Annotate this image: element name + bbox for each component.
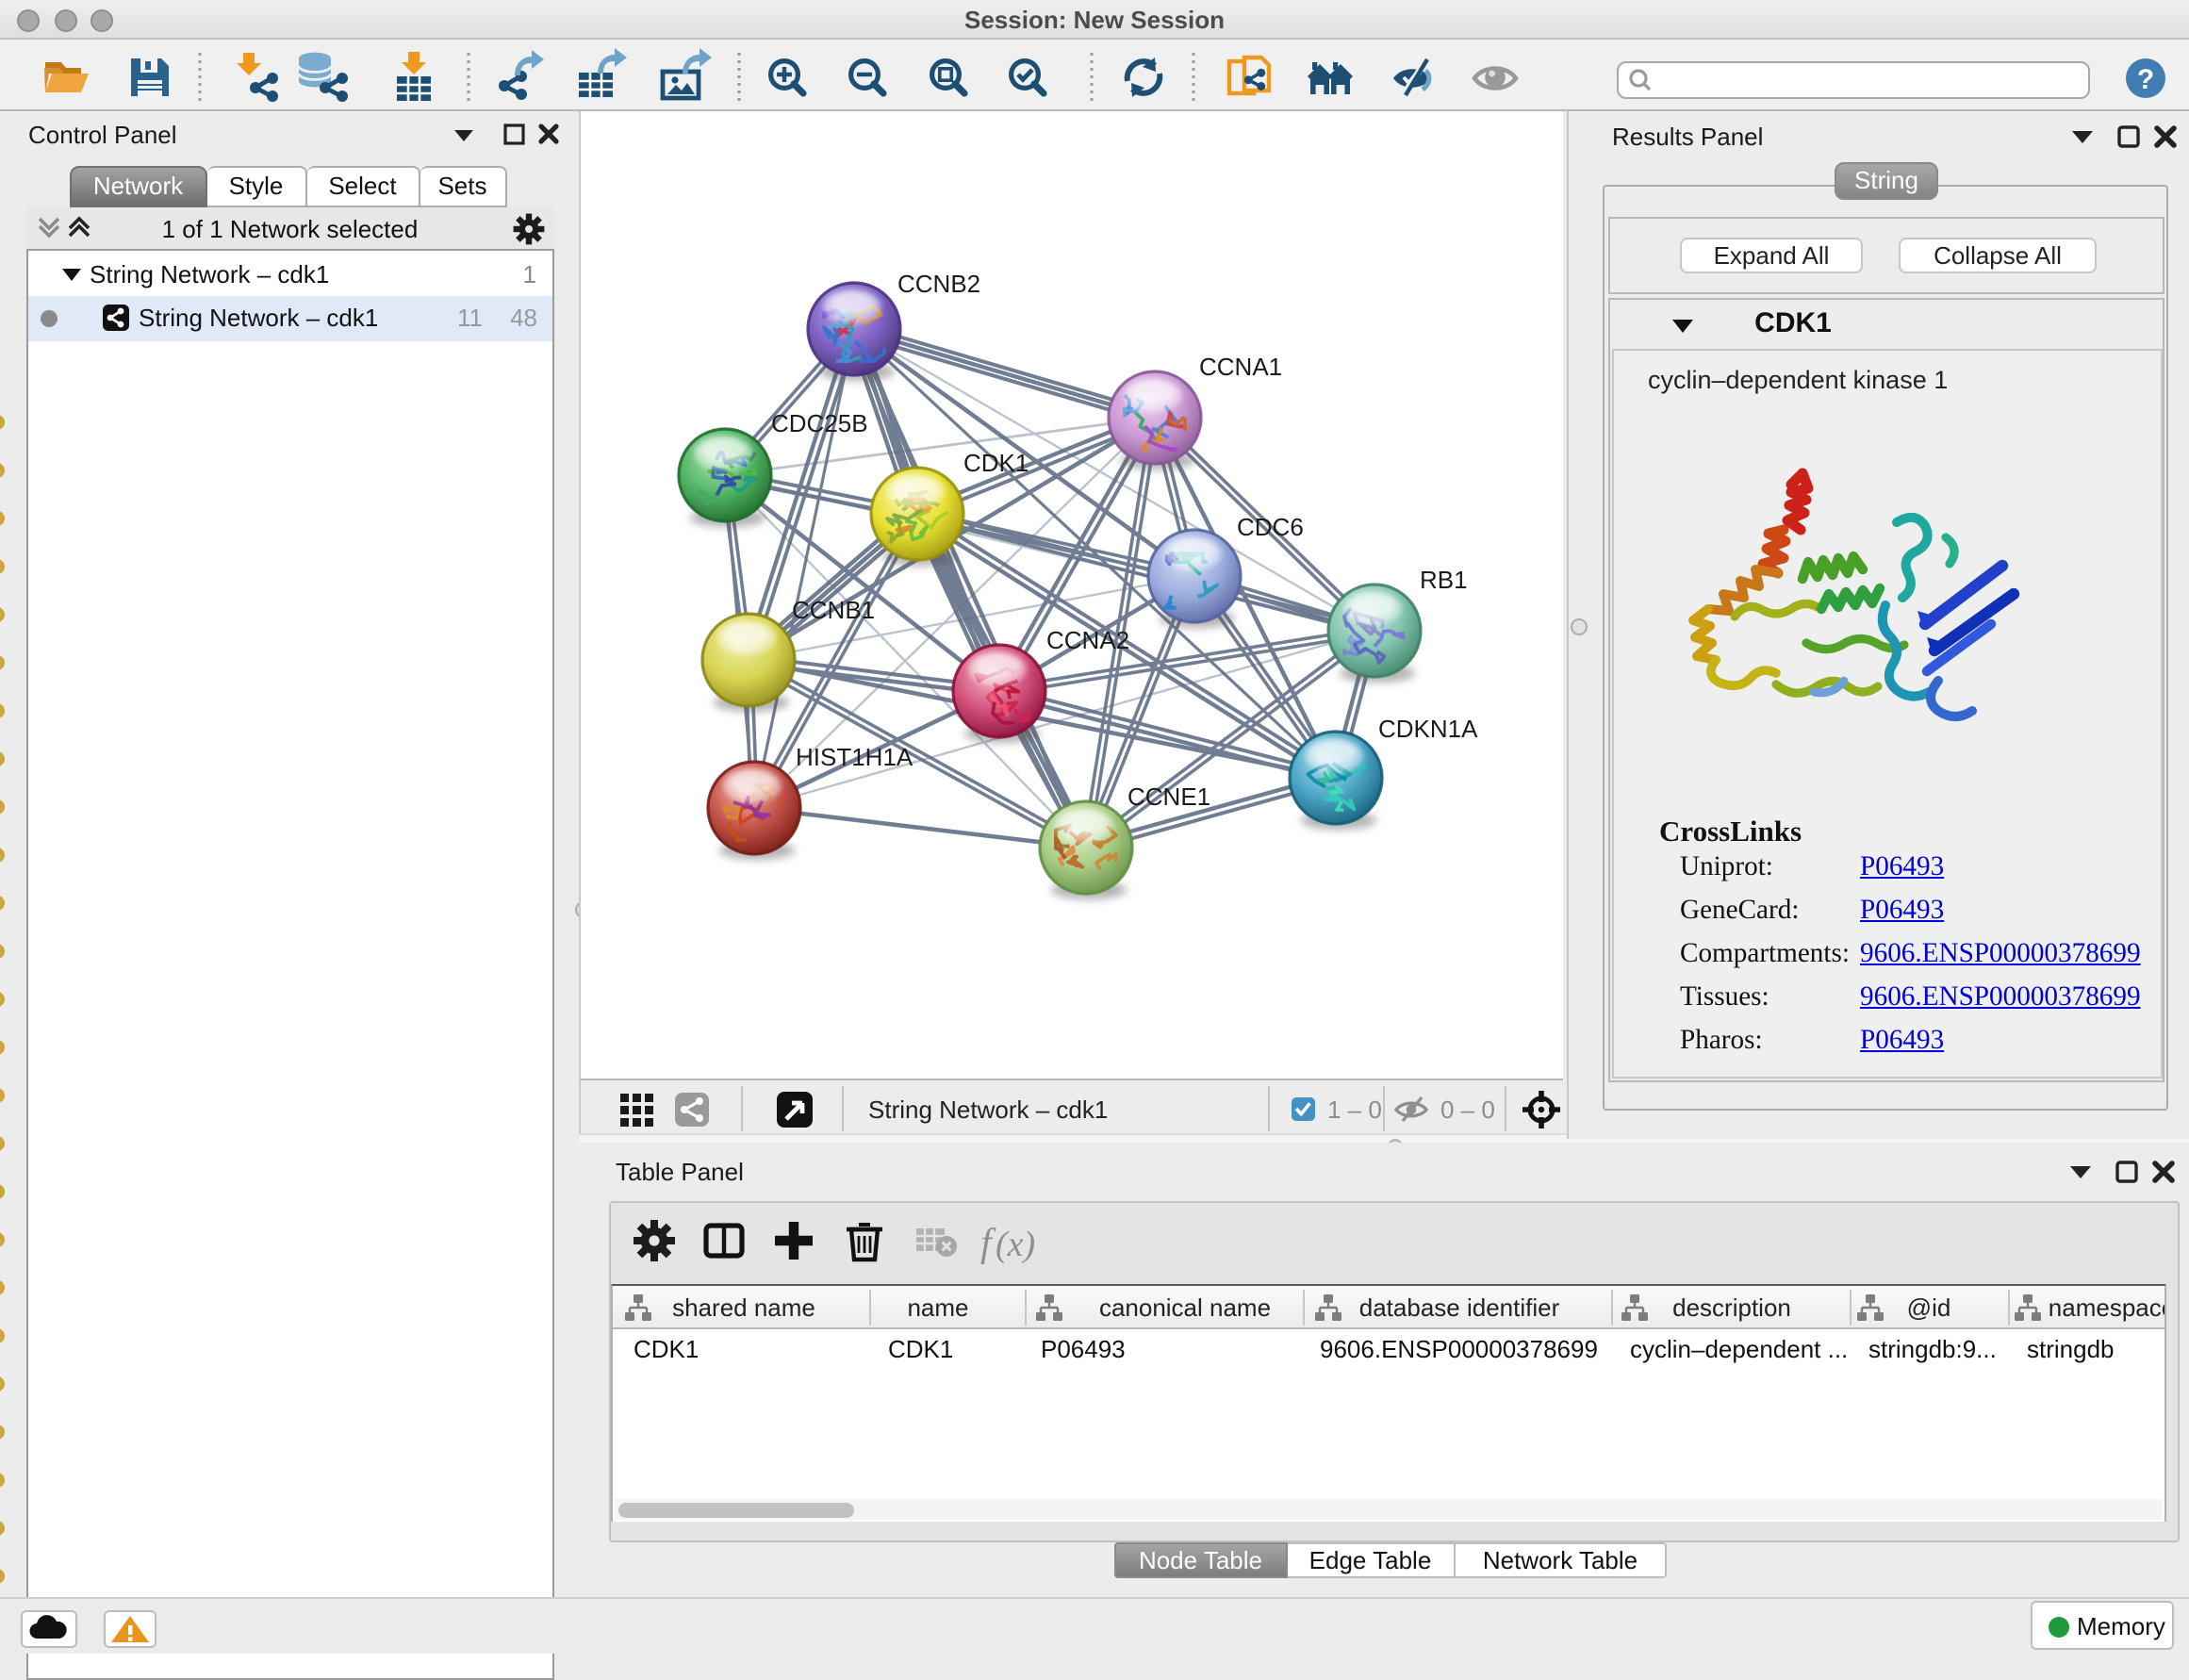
svg-text:CDC25B: CDC25B <box>770 409 867 437</box>
svg-text:CCNB2: CCNB2 <box>897 270 979 298</box>
svg-text:0 – 0: 0 – 0 <box>1440 1095 1494 1124</box>
svg-text:CCNB1: CCNB1 <box>791 596 874 624</box>
svg-text:CCNA2: CCNA2 <box>1045 626 1128 654</box>
svg-text:CDC6: CDC6 <box>1236 513 1303 541</box>
svg-text:?: ? <box>2137 64 2154 95</box>
svg-text:(x): (x) <box>995 1224 1034 1263</box>
svg-text:RB1: RB1 <box>1419 566 1467 594</box>
svg-text:CDK1: CDK1 <box>963 449 1028 477</box>
svg-text:String Network – cdk1: String Network – cdk1 <box>867 1095 1107 1124</box>
svg-text:CDKN1A: CDKN1A <box>1377 715 1477 743</box>
svg-text:1 – 0: 1 – 0 <box>1326 1095 1381 1124</box>
svg-text:canonical name: canonical name <box>1099 1293 1271 1322</box>
svg-text:CCNA1: CCNA1 <box>1198 353 1281 381</box>
svg-text:database identifier: database identifier <box>1359 1293 1560 1322</box>
svg-text:f: f <box>979 1221 996 1264</box>
svg-text:namespace: namespace <box>2049 1293 2164 1322</box>
svg-text:HIST1H1A: HIST1H1A <box>795 743 913 771</box>
svg-text:name: name <box>907 1293 968 1322</box>
svg-text:description: description <box>1672 1293 1791 1322</box>
svg-text:CCNE1: CCNE1 <box>1127 782 1210 811</box>
svg-text:shared name: shared name <box>672 1293 815 1322</box>
svg-text:@id: @id <box>1907 1293 1951 1322</box>
